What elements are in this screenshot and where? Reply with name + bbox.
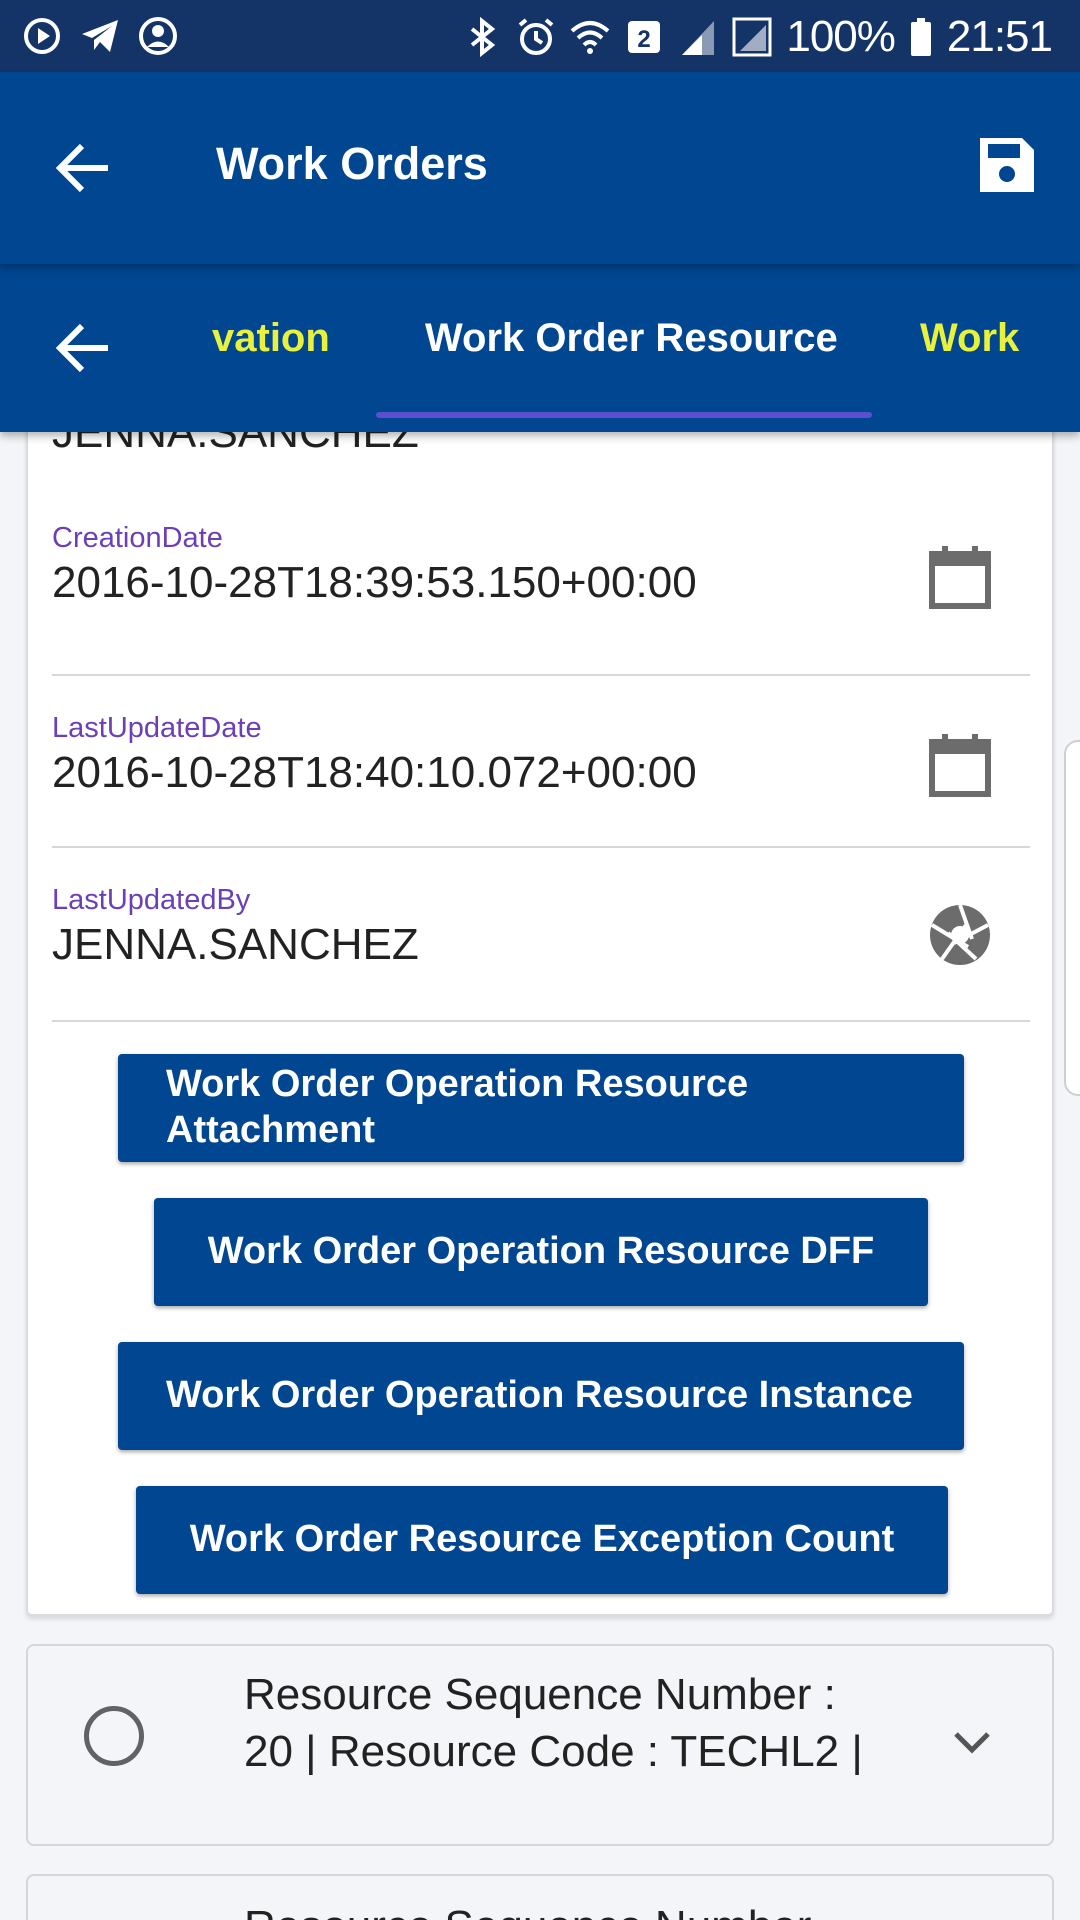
list-item[interactable]: Resource Sequence Number: [26, 1874, 1054, 1920]
wifi-icon: [571, 21, 610, 54]
account-icon: [139, 17, 177, 55]
field-label: LastUpdatedBy: [52, 884, 251, 916]
field-value: 2016-10-28T18:40:10.072+00:00: [52, 748, 697, 797]
status-right: 2 100% 21:51: [462, 12, 1053, 62]
status-left-icons: [22, 16, 178, 56]
app-bar: Work Orders: [0, 72, 1080, 264]
page-title: Work Orders: [216, 138, 488, 189]
tab-work-order-resource[interactable]: Work Order Resource: [425, 316, 838, 361]
field-value: 2016-10-28T18:39:53.150+00:00: [52, 558, 697, 607]
tab-next[interactable]: Work O: [920, 316, 1032, 361]
tab-previous[interactable]: vation: [212, 316, 330, 361]
field-label: CreationDate: [52, 522, 223, 554]
field-last-updated-by[interactable]: LastUpdatedBy JENNA.SANCHEZ: [52, 848, 1030, 1022]
tab-back-icon[interactable]: [52, 316, 116, 380]
svg-text:2: 2: [638, 26, 651, 53]
field-label: LastUpdateDate: [52, 712, 262, 744]
bluetooth-icon: [471, 17, 496, 57]
calendar-icon[interactable]: [928, 732, 992, 798]
sim2-icon: 2: [628, 21, 661, 53]
aperture-icon[interactable]: [928, 902, 992, 968]
scroll-handle[interactable]: [1064, 740, 1080, 1096]
battery-icon: [910, 18, 931, 56]
alarm-icon: [519, 18, 554, 55]
field-creation-date[interactable]: CreationDate 2016-10-28T18:39:53.150+00:…: [52, 492, 1030, 676]
exception-count-button[interactable]: Work Order Resource Exception Count: [136, 1486, 948, 1594]
field-last-update-date[interactable]: LastUpdateDate 2016-10-28T18:40:10.072+0…: [52, 676, 1030, 848]
telegram-icon: [82, 20, 118, 52]
list-item-text: Resource Sequence Number: [244, 1902, 811, 1920]
field-value: JENNA.SANCHEZ: [52, 920, 419, 969]
list-item-text: Resource Sequence Number : 20 | Resource…: [244, 1670, 863, 1776]
instance-button[interactable]: Work Order Operation Resource Instance: [118, 1342, 964, 1450]
resource-detail-card: JENNA.SANCHEZ CreationDate 2016-10-28T18…: [26, 380, 1054, 1616]
radio-button[interactable]: [84, 1706, 144, 1766]
save-icon[interactable]: [978, 136, 1036, 194]
list-item[interactable]: Resource Sequence Number : 20 | Resource…: [26, 1644, 1054, 1846]
calendar-icon[interactable]: [928, 544, 992, 610]
attachment-button[interactable]: Work Order Operation Resource Attachment: [118, 1054, 964, 1162]
clock: 21:51: [946, 12, 1053, 61]
signal-r-icon: [732, 17, 772, 57]
tab-indicator: [376, 412, 872, 418]
media-play-icon: [24, 18, 60, 54]
status-bar: 2 100% 21:51: [0, 0, 1080, 72]
arrow-back-icon[interactable]: [52, 136, 116, 200]
dff-button[interactable]: Work Order Operation Resource DFF: [154, 1198, 928, 1306]
signal-icon: [682, 21, 715, 55]
battery-percent: 100%: [786, 12, 896, 61]
chevron-down-icon[interactable]: [950, 1720, 994, 1764]
tab-bar: vation Work Order Resource Work O: [0, 264, 1080, 432]
